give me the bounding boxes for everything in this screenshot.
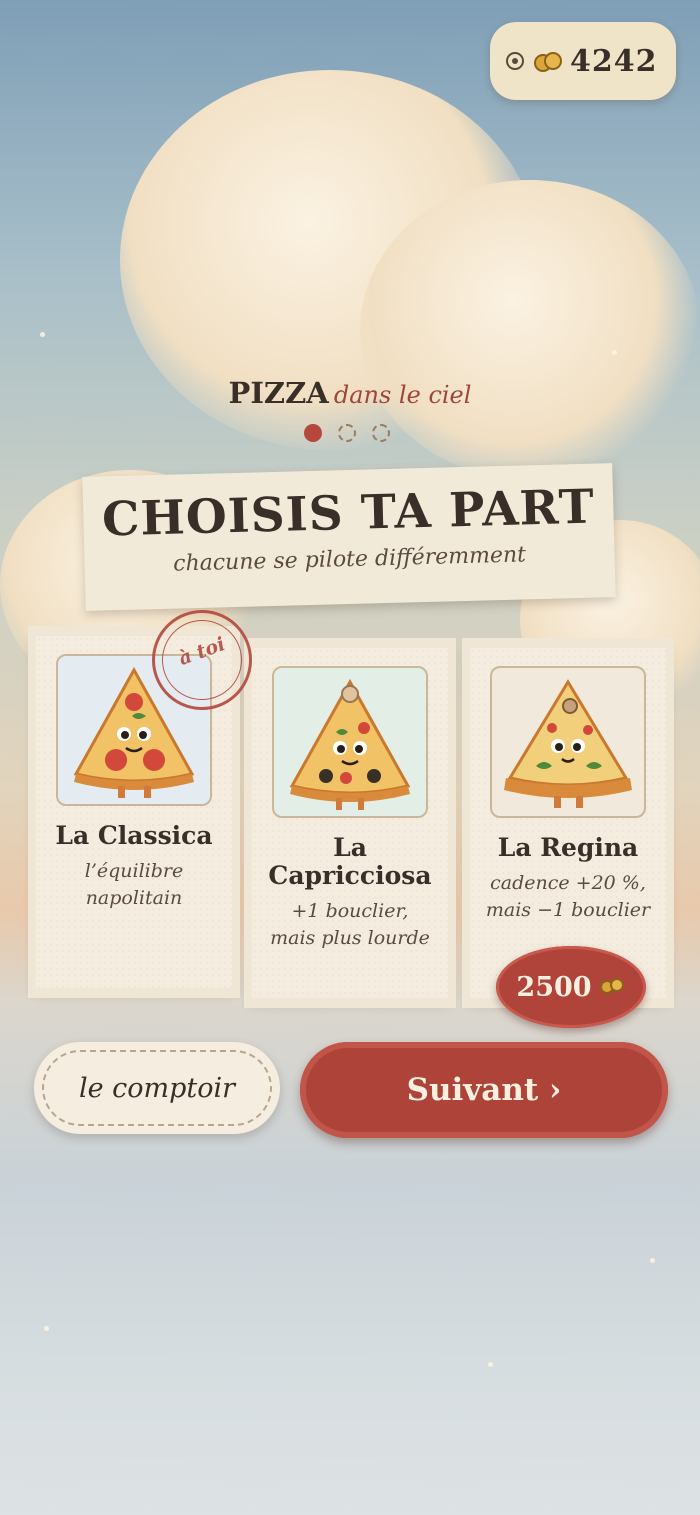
pizza-name: La Regina [497, 833, 639, 862]
price-value: 2500 [516, 971, 592, 1003]
pizza-name-line: Capricciosa [268, 861, 432, 890]
pager-dot [372, 424, 390, 442]
pizza-card-capricciosa[interactable]: La Capricciosa +1 bouclier, mais plus lo… [244, 648, 456, 1008]
coins-icon [599, 978, 626, 996]
counter-button[interactable]: le comptoir [34, 1042, 280, 1134]
pizza-desc-line: napolitain [85, 887, 183, 909]
sparkle [650, 1258, 655, 1263]
pizza-desc: +1 bouclier, mais plus lourde [252, 898, 448, 952]
coin-counter: 4242 [490, 22, 676, 100]
page-title: CHOISIS TA PART [101, 479, 596, 548]
game-logo: PIZZA dans le ciel [0, 376, 700, 410]
sparkle [40, 332, 45, 337]
pizza-desc: l’équilibre napolitain [36, 858, 232, 912]
pizza-desc-line: mais −1 bouclier [485, 899, 651, 921]
page-subtitle: chacune se pilote différemment [172, 542, 527, 577]
pizza-slice-icon [504, 679, 632, 808]
pizza-name: La Classica [55, 821, 213, 850]
pizza-slice-icon [289, 678, 411, 810]
pizza-desc: cadence +20 %, mais −1 bouclier [470, 870, 666, 924]
stamp-label: à toi [175, 633, 229, 671]
logo-sub: dans le ciel [333, 381, 472, 409]
next-button[interactable]: Suivant › [300, 1042, 668, 1138]
sparkle [612, 350, 617, 355]
pizza-desc-line: mais plus lourde [270, 927, 430, 949]
pizza-desc-line: +1 bouclier, [291, 900, 409, 922]
logo-main: PIZZA [228, 376, 329, 410]
next-button-label: Suivant › [406, 1072, 562, 1108]
pizza-regina-image [490, 666, 646, 818]
cloud [360, 180, 700, 480]
title-banner: CHOISIS TA PART chacune se pilote différ… [82, 463, 616, 611]
sparkle [44, 1326, 49, 1331]
pizza-capricciosa-image [272, 666, 428, 818]
counter-button-label: le comptoir [78, 1072, 236, 1104]
pizza-desc-line: cadence +20 %, [490, 872, 646, 894]
pager-dots [304, 424, 390, 442]
pager-dot [338, 424, 356, 442]
pizza-desc-line: l’équilibre [84, 860, 184, 882]
sparkle [488, 1362, 493, 1367]
pizza-name: La Capricciosa [252, 834, 448, 890]
unlock-price-button[interactable]: 2500 [496, 946, 646, 1028]
coin-balance: 4242 [570, 43, 658, 79]
coins-icon [534, 52, 562, 72]
pager-dot-active [304, 424, 322, 442]
pizza-name-line: La [333, 833, 367, 862]
target-icon [506, 52, 524, 70]
